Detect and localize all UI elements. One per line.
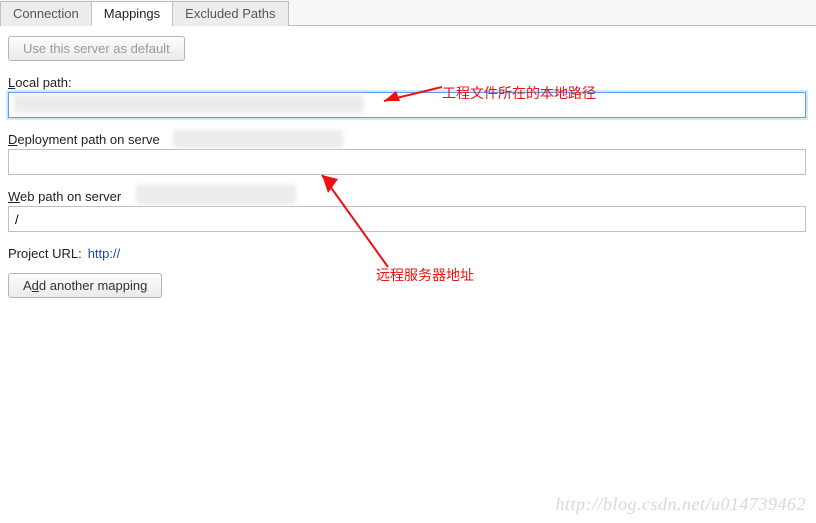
project-url-label: Project URL:	[8, 246, 82, 261]
redaction	[136, 185, 296, 205]
tab-bar: Connection Mappings Excluded Paths	[0, 0, 816, 26]
web-path-input[interactable]	[8, 206, 806, 232]
annotation-deploy-path: 远程服务器地址	[376, 265, 474, 285]
tab-connection[interactable]: Connection	[0, 1, 92, 26]
tab-excluded-paths[interactable]: Excluded Paths	[172, 1, 288, 26]
redaction	[14, 95, 364, 113]
add-another-mapping-button[interactable]: Add another mapping	[8, 273, 162, 298]
annotation-local-path: 工程文件所在的本地路径	[442, 83, 596, 103]
deployment-path-label: Deployment path on serve	[8, 132, 808, 147]
project-url-value: http://	[88, 246, 121, 261]
redaction	[173, 130, 343, 148]
deployment-path-input[interactable]	[8, 149, 806, 175]
web-path-label: Web path on server	[8, 189, 808, 204]
use-server-default-button: Use this server as default	[8, 36, 185, 61]
local-path-label: Local path:	[8, 75, 808, 90]
tab-mappings[interactable]: Mappings	[91, 1, 173, 26]
watermark: http://blog.csdn.net/u014739462	[556, 494, 806, 515]
